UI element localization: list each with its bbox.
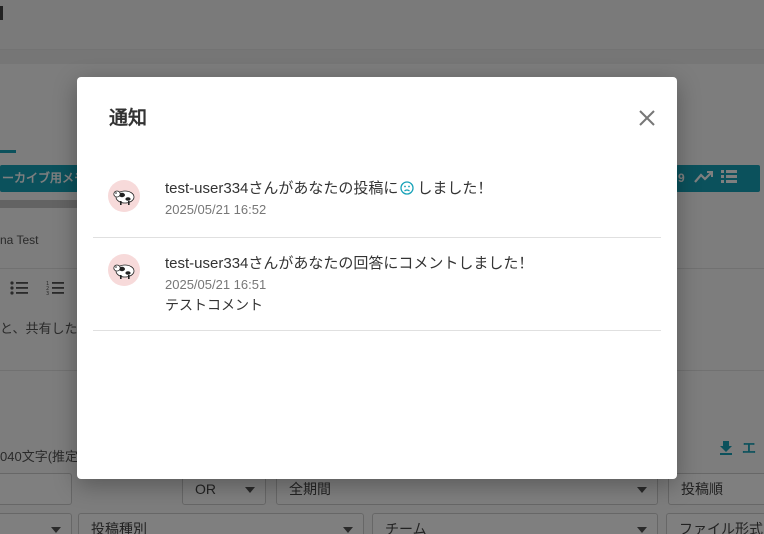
cow-icon: [113, 264, 135, 279]
notification-list: test-user334さんがあなたの投稿に しました！ 2025/05/21 1…: [93, 162, 661, 331]
avatar: [108, 254, 140, 286]
modal-title: 通知: [109, 108, 148, 129]
notification-item[interactable]: test-user334さんがあなたの回答にコメントしました！ 2025/05/…: [93, 238, 661, 331]
notification-body: test-user334さんがあなたの投稿に しました！ 2025/05/21 1…: [165, 179, 651, 218]
confused-face-icon: [400, 181, 415, 195]
notification-comment: テストコメント: [165, 297, 263, 313]
notification-time: 2025/05/21 16:51: [165, 277, 267, 292]
notification-time: 2025/05/21 16:52: [165, 202, 267, 217]
notification-modal: 通知 test-user334さんがあなたの投稿に しました！ 2025/05/2…: [77, 77, 677, 479]
avatar: [108, 180, 140, 212]
message-text: test-user334さんがあなたの投稿に: [165, 180, 399, 197]
notification-item[interactable]: test-user334さんがあなたの投稿に しました！ 2025/05/21 1…: [93, 162, 661, 238]
close-icon: [639, 110, 655, 126]
cow-icon: [113, 190, 135, 205]
notification-message: test-user334さんがあなたの投稿に しました！: [165, 179, 651, 199]
close-button[interactable]: [636, 107, 658, 129]
message-text-end: しました！: [417, 180, 493, 197]
notification-body: test-user334さんがあなたの回答にコメントしました！ 2025/05/…: [165, 254, 651, 314]
notification-message: test-user334さんがあなたの回答にコメントしました！: [165, 255, 534, 272]
